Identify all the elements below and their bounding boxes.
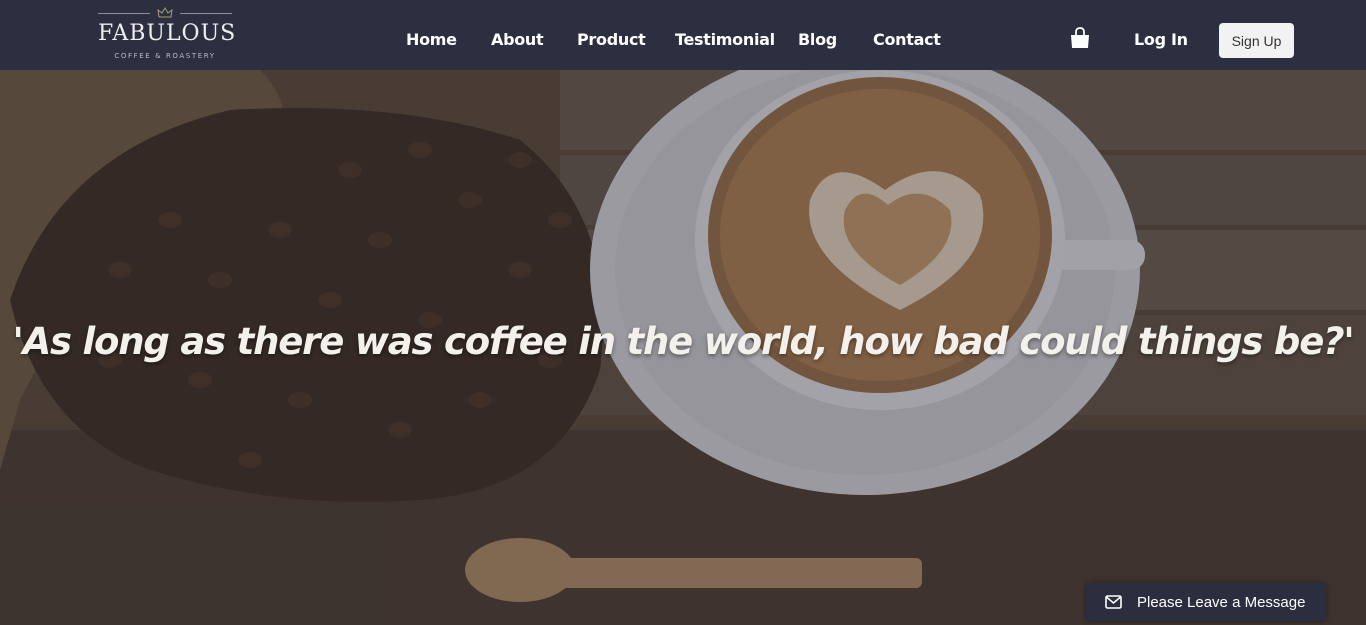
brand-name: FABULOUS [98, 21, 237, 46]
leave-message-label: Please Leave a Message [1137, 594, 1306, 611]
logo-rule-left [98, 13, 150, 14]
nav-contact[interactable]: Contact [873, 30, 941, 49]
brand-tagline: COFFEE & ROASTERY [114, 52, 216, 60]
leave-message-button[interactable]: Please Leave a Message [1086, 583, 1326, 621]
nav-product[interactable]: Product [577, 30, 646, 49]
login-link[interactable]: Log In [1134, 30, 1188, 49]
crown-icon [157, 7, 173, 18]
nav-about[interactable]: About [491, 30, 544, 49]
signup-button[interactable]: Sign Up [1219, 23, 1294, 58]
navbar: FABULOUS COFFEE & ROASTERY Home About Pr… [0, 0, 1366, 70]
hero-quote: 'As long as there was coffee in the worl… [12, 320, 1354, 363]
hero-section: 'As long as there was coffee in the worl… [0, 70, 1366, 625]
shopping-bag-icon[interactable] [1069, 27, 1091, 49]
brand-logo[interactable]: FABULOUS COFFEE & ROASTERY [98, 7, 237, 64]
nav-testimonial[interactable]: Testimonial [675, 30, 775, 49]
nav-home[interactable]: Home [406, 30, 457, 49]
envelope-icon [1105, 595, 1122, 609]
nav-blog[interactable]: Blog [798, 30, 837, 49]
logo-rule-right [180, 13, 232, 14]
